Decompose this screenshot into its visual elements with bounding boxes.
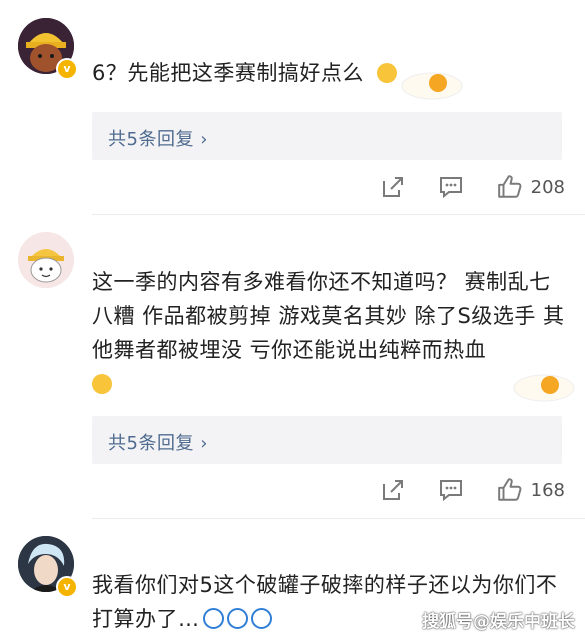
watermark: 搜狐号@娱乐中班长 [422, 612, 575, 632]
avatar[interactable] [18, 232, 74, 288]
share-button[interactable] [381, 478, 405, 502]
share-icon [382, 177, 403, 197]
thumbs-up-icon [497, 175, 522, 198]
verified-badge-icon: v [56, 58, 78, 80]
fried-egg-icon [401, 72, 463, 100]
reply-box[interactable]: 共5条回复 › [92, 112, 562, 160]
share-button[interactable] [381, 175, 405, 199]
comment-button[interactable] [439, 175, 463, 199]
share-icon [382, 480, 403, 500]
reply-box[interactable]: 共5条回复 › [92, 416, 562, 464]
comment-button[interactable] [439, 478, 463, 502]
thumbs-up-icon [497, 478, 522, 501]
laugh-cry-emoji-icon [250, 608, 272, 629]
action-bar: 208 [347, 172, 565, 202]
action-bar: 168 [347, 475, 565, 505]
like-button[interactable]: 208 [497, 174, 565, 200]
like-count: 168 [530, 479, 565, 501]
view-replies-link[interactable]: 共5条回复 › [108, 429, 208, 455]
laugh-cry-emoji-icon [226, 608, 248, 629]
like-button[interactable]: 168 [497, 477, 565, 503]
avatar-image [18, 232, 74, 288]
laugh-cry-emoji-icon [202, 608, 224, 629]
sweat-emoji-icon [92, 374, 112, 394]
view-replies-link[interactable]: 共5条回复 › [108, 125, 208, 151]
verified-badge-icon: v [56, 576, 78, 598]
comment-icon [439, 177, 462, 199]
grin-emoji-icon [377, 63, 397, 83]
divider [92, 518, 585, 519]
comment-text: 6？先能把这季赛制搞好点么 [92, 61, 364, 85]
fried-egg-icon [513, 374, 575, 402]
chevron-right-icon: › [200, 433, 208, 454]
divider [92, 214, 585, 215]
like-count: 208 [530, 176, 565, 198]
chevron-right-icon: › [200, 129, 208, 150]
comment-icon [439, 480, 462, 502]
comment-text: 这一季的内容有多难看你还不知道吗？ 赛制乱七八糟 作品都被剪掉 游戏莫名其妙 除… [92, 265, 565, 401]
comment-text-body: 这一季的内容有多难看你还不知道吗？ 赛制乱七八糟 作品都被剪掉 游戏莫名其妙 除… [92, 270, 565, 362]
